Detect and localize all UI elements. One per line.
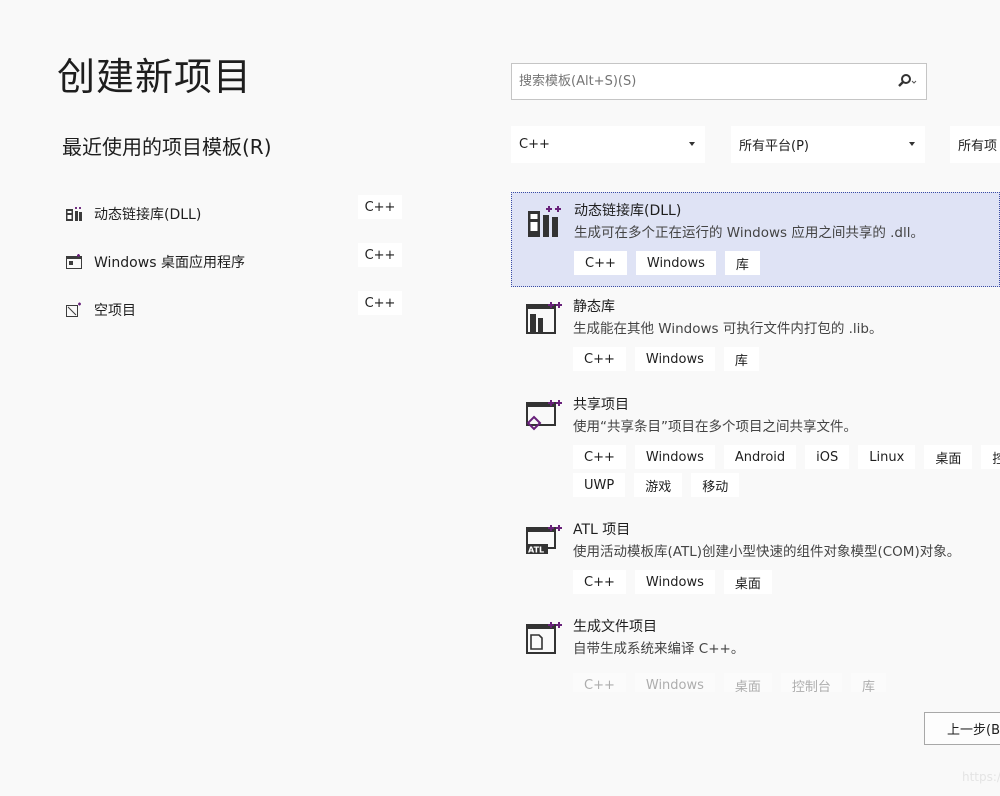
template-item-shared-project[interactable]: 共享项目 使用“共享条目”项目在多个项目之间共享文件。 C++ Windows …: [511, 387, 1000, 512]
platform-filter-value: 所有平台(P): [739, 139, 809, 154]
atl-project-icon: ATL: [526, 524, 562, 558]
static-library-icon: [526, 301, 562, 335]
template-tags: C++ Windows 桌面: [573, 570, 1000, 598]
template-tag: C++: [573, 570, 626, 594]
template-tags: C++ Windows 桌面 控制台 库: [573, 673, 1000, 692]
language-filter-value: C++: [519, 137, 550, 152]
makefile-project-icon: [526, 621, 562, 655]
template-tag: 桌面: [924, 445, 973, 469]
recent-item-empty-project[interactable]: 空项目 C++: [66, 286, 406, 334]
empty-project-icon: [66, 302, 82, 318]
template-tag: 游戏: [634, 473, 683, 497]
template-name: 静态库: [573, 299, 615, 315]
chevron-down-icon: [909, 142, 915, 146]
template-tag: 库: [724, 251, 760, 275]
recent-templates-title: 最近使用的项目模板(R): [62, 135, 272, 159]
dll-library-icon: [527, 205, 563, 239]
template-item-static-library[interactable]: 静态库 生成能在其他 Windows 可执行文件内打包的 .lib。 C++ W…: [511, 289, 1000, 387]
template-description: 生成可在多个正在运行的 Windows 应用之间共享的 .dll。: [574, 225, 924, 241]
template-search-input[interactable]: [517, 73, 881, 90]
template-tag: C++: [574, 251, 627, 275]
template-item-atl-project[interactable]: ATL ATL 项目 使用活动模板库(ATL)创建小型快速的组件对象模型(COM…: [511, 512, 1000, 609]
template-tag: 桌面: [723, 570, 772, 594]
template-tag: 库: [723, 347, 759, 371]
svg-text:ATL: ATL: [528, 546, 544, 555]
recent-templates-list: 动态链接库(DLL) C++ Windows 桌面应用程序 C++ 空项目 C+…: [66, 190, 406, 334]
platform-filter-dropdown[interactable]: 所有平台(P): [731, 126, 925, 163]
template-description: 自带生成系统来编译 C++。: [573, 641, 745, 657]
template-tag: Windows: [634, 347, 715, 371]
template-tag: Android: [723, 445, 797, 469]
recent-item-lang: C++: [358, 195, 402, 219]
template-tag: 桌面: [723, 673, 772, 692]
template-name: 共享项目: [573, 397, 629, 413]
template-tag: 控制台: [780, 673, 842, 692]
template-tag: C++: [573, 673, 626, 692]
recent-item-windows-desktop[interactable]: Windows 桌面应用程序 C++: [66, 238, 406, 286]
language-filter-dropdown[interactable]: C++: [511, 126, 705, 163]
template-description: 生成能在其他 Windows 可执行文件内打包的 .lib。: [573, 321, 883, 337]
template-tag: Windows: [634, 673, 715, 692]
template-name: 动态链接库(DLL): [574, 203, 682, 219]
template-tag: Windows: [634, 570, 715, 594]
page-title: 创建新项目: [57, 55, 253, 99]
search-icon[interactable]: [896, 73, 918, 91]
template-name: ATL 项目: [573, 522, 631, 538]
template-name: 生成文件项目: [573, 619, 657, 635]
template-item-makefile-project[interactable]: 生成文件项目 自带生成系统来编译 C++。 C++ Windows 桌面 控制台…: [511, 609, 1000, 692]
template-tags: C++ Windows 库: [574, 251, 1000, 279]
template-tag: 控制: [981, 445, 1000, 469]
template-tag: C++: [573, 347, 626, 371]
recent-item-lang: C++: [358, 243, 402, 267]
template-tags: C++ Windows 库: [573, 347, 1000, 375]
previous-button[interactable]: 上一步(B: [924, 712, 1000, 745]
project-type-filter-value: 所有项: [958, 139, 998, 154]
template-tag: 移动: [691, 473, 740, 497]
template-list: 动态链接库(DLL) 生成可在多个正在运行的 Windows 应用之间共享的 .…: [511, 192, 1000, 692]
template-tag: Windows: [635, 251, 716, 275]
template-description: 使用活动模板库(ATL)创建小型快速的组件对象模型(COM)对象。: [573, 544, 961, 560]
template-tag: C++: [573, 445, 626, 469]
template-tag: Linux: [858, 445, 916, 469]
template-tag: UWP: [573, 473, 626, 497]
dll-library-icon: [66, 206, 82, 222]
recent-item-lang: C++: [358, 291, 402, 315]
template-tag: iOS: [805, 445, 850, 469]
chevron-down-icon: [689, 142, 695, 146]
template-search-box[interactable]: [511, 63, 927, 100]
shared-project-icon: [526, 399, 562, 433]
template-tag: Windows: [634, 445, 715, 469]
recent-item-dll[interactable]: 动态链接库(DLL) C++: [66, 190, 406, 238]
recent-item-name: 空项目: [94, 303, 136, 319]
template-tags: C++ Windows Android iOS Linux 桌面 控制 UWP …: [573, 445, 1000, 501]
template-item-dll[interactable]: 动态链接库(DLL) 生成可在多个正在运行的 Windows 应用之间共享的 .…: [511, 192, 1000, 287]
project-type-filter-dropdown[interactable]: 所有项: [950, 126, 1000, 163]
template-description: 使用“共享条目”项目在多个项目之间共享文件。: [573, 419, 857, 435]
template-tag: 库: [850, 673, 886, 692]
windows-desktop-app-icon: [66, 254, 82, 270]
recent-item-name: 动态链接库(DLL): [94, 207, 202, 223]
recent-item-name: Windows 桌面应用程序: [94, 255, 245, 271]
watermark: https:/: [962, 770, 1000, 784]
